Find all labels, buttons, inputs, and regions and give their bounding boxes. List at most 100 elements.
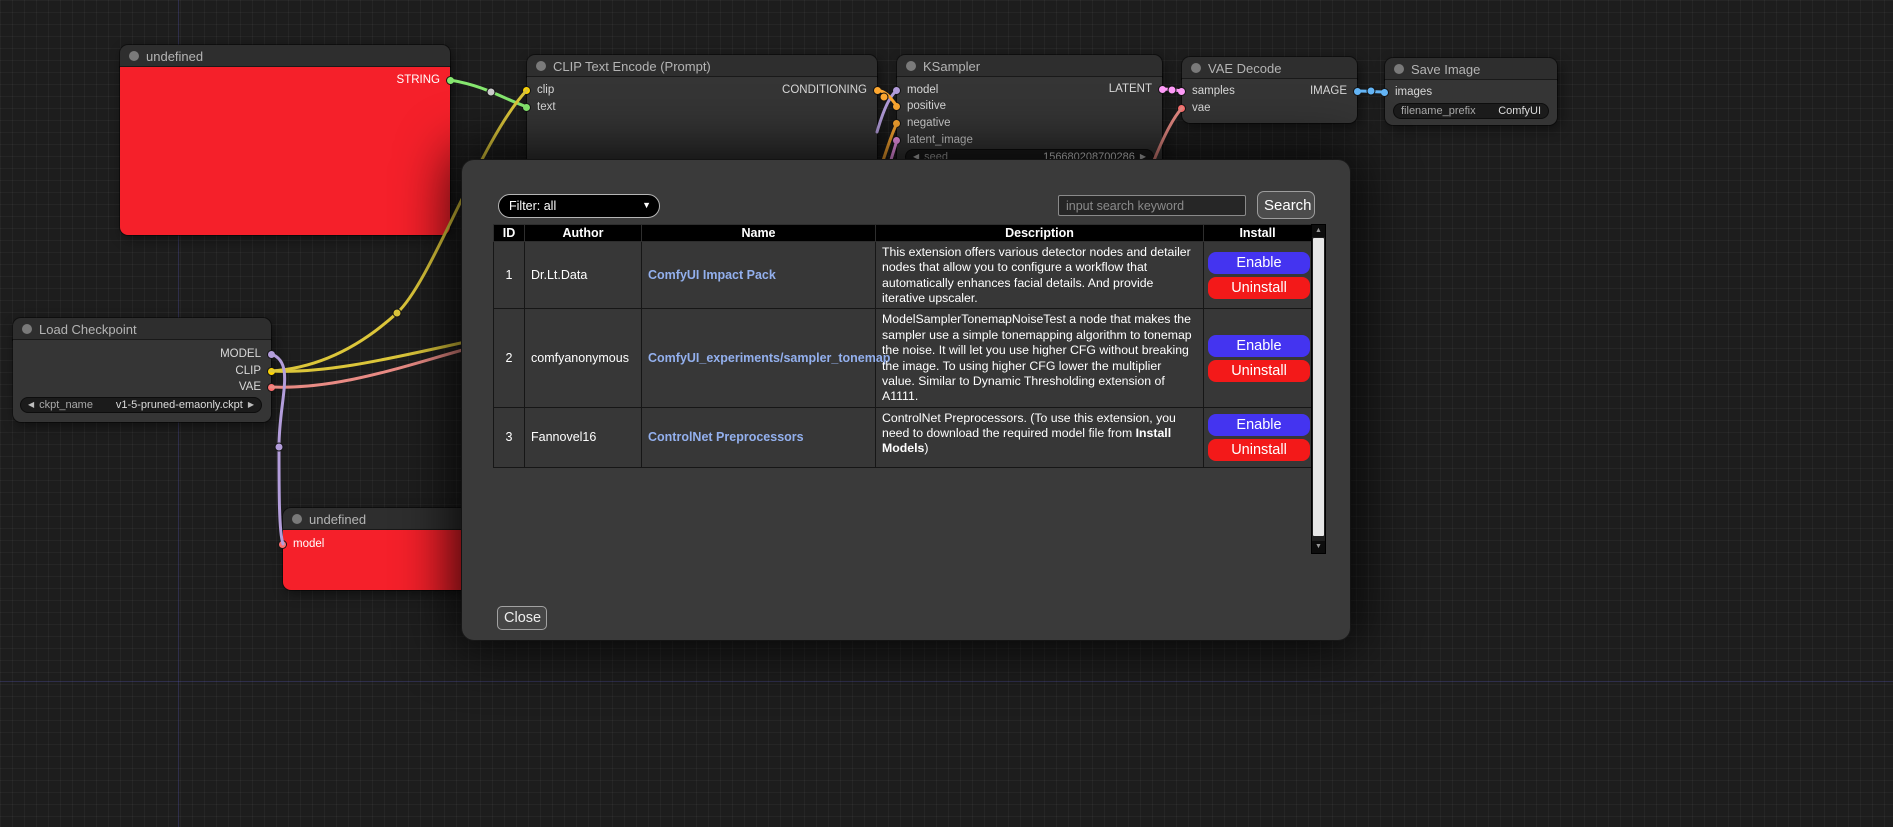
extension-author: Dr.Lt.Data xyxy=(525,242,642,309)
uninstall-button[interactable]: Uninstall xyxy=(1208,277,1310,299)
wire-vae-out xyxy=(271,348,470,387)
input-port-latent-image[interactable]: latent_image xyxy=(892,133,973,147)
port-label: negative xyxy=(907,117,950,129)
port-dot xyxy=(1177,87,1186,96)
node-titlebar[interactable]: VAE Decode xyxy=(1182,57,1357,79)
output-port-vae[interactable]: VAE xyxy=(239,380,276,394)
column-header-author: Author xyxy=(525,225,642,242)
table-scrollbar[interactable]: ▲ ▼ xyxy=(1311,224,1326,554)
extension-id: 2 xyxy=(494,309,525,407)
input-port-model[interactable]: model xyxy=(278,537,324,551)
node-titlebar[interactable]: CLIP Text Encode (Prompt) xyxy=(527,55,877,77)
search-button[interactable]: Search xyxy=(1257,191,1315,219)
node-load-checkpoint[interactable]: Load Checkpoint MODEL CLIP VAE ◀ ckpt_na… xyxy=(13,318,271,422)
node-title: undefined xyxy=(309,512,366,527)
node-titlebar[interactable]: Save Image xyxy=(1385,58,1557,80)
workflow-canvas[interactable]: undefined STRING CLIP Text Encode (Promp… xyxy=(0,0,1893,827)
input-port-samples[interactable]: samples xyxy=(1177,84,1235,98)
output-port-clip[interactable]: CLIP xyxy=(235,364,276,378)
port-dot xyxy=(522,103,531,112)
node-vae-decode[interactable]: VAE Decode samples vae IMAGE xyxy=(1182,57,1357,123)
column-header-install: Install xyxy=(1204,225,1312,242)
node-status-dot xyxy=(1191,63,1201,73)
port-label: LATENT xyxy=(1109,83,1152,95)
description-text: ModelSamplerTonemapNoiseTest a node that… xyxy=(882,312,1192,403)
table-header-row: ID Author Name Description Install xyxy=(494,225,1312,242)
input-port-model[interactable]: model xyxy=(892,83,938,97)
output-port-image[interactable]: IMAGE xyxy=(1310,84,1362,98)
scrollbar-thumb[interactable] xyxy=(1313,238,1324,536)
input-port-vae[interactable]: vae xyxy=(1177,101,1211,115)
ckpt-name-widget[interactable]: ◀ ckpt_name v1-5-pruned-emaonly.ckpt ▶ xyxy=(20,397,262,413)
port-dot xyxy=(278,540,287,549)
port-label: latent_image xyxy=(907,134,973,146)
port-dot xyxy=(522,86,531,95)
output-port-conditioning[interactable]: CONDITIONING xyxy=(782,83,882,97)
port-label: VAE xyxy=(239,381,261,393)
filename-prefix-widget[interactable]: filename_prefix ComfyUI xyxy=(1393,103,1549,119)
filter-select[interactable]: Filter: all xyxy=(498,194,660,218)
scroll-down-icon[interactable]: ▼ xyxy=(1312,541,1325,553)
node-clip-text-encode[interactable]: CLIP Text Encode (Prompt) clip text COND… xyxy=(527,55,877,169)
node-titlebar[interactable]: Load Checkpoint xyxy=(13,318,271,340)
wire-string-to-text xyxy=(450,80,527,107)
node-undefined-string[interactable]: undefined STRING xyxy=(120,45,450,235)
link-midpoint-dot xyxy=(487,88,495,96)
enable-button[interactable]: Enable xyxy=(1208,252,1310,274)
port-dot xyxy=(873,86,882,95)
enable-button[interactable]: Enable xyxy=(1208,414,1310,436)
node-status-dot xyxy=(22,324,32,334)
port-label: samples xyxy=(1192,85,1235,97)
node-titlebar[interactable]: KSampler xyxy=(897,55,1162,77)
input-port-positive[interactable]: positive xyxy=(892,99,946,113)
extension-link[interactable]: ComfyUI_experiments/sampler_tonemap xyxy=(648,351,890,365)
widget-value: v1-5-pruned-emaonly.ckpt xyxy=(116,399,243,411)
description-tail: ) xyxy=(924,441,928,455)
extension-link[interactable]: ControlNet Preprocessors xyxy=(648,430,804,444)
link-midpoint-dot xyxy=(1168,86,1176,94)
column-header-id: ID xyxy=(494,225,525,242)
table-row: 2 comfyanonymous ComfyUI_experiments/sam… xyxy=(494,309,1312,407)
input-port-clip[interactable]: clip xyxy=(522,83,554,97)
port-dot xyxy=(267,350,276,359)
input-port-negative[interactable]: negative xyxy=(892,116,950,130)
output-port-string[interactable]: STRING xyxy=(397,73,455,87)
port-label: CLIP xyxy=(235,365,261,377)
port-dot xyxy=(1353,87,1362,96)
port-label: model xyxy=(907,84,938,96)
node-titlebar[interactable]: undefined xyxy=(120,45,450,67)
description-text: ControlNet Preprocessors. (To use this e… xyxy=(882,411,1176,440)
extension-table: ID Author Name Description Install 1 Dr.… xyxy=(493,224,1312,468)
description-text: This extension offers various detector n… xyxy=(882,245,1191,305)
previous-icon[interactable]: ◀ xyxy=(28,397,34,413)
node-save-image[interactable]: Save Image images filename_prefix ComfyU… xyxy=(1385,58,1557,125)
port-label: CONDITIONING xyxy=(782,84,867,96)
extension-description: This extension offers various detector n… xyxy=(876,242,1204,309)
port-label: clip xyxy=(537,84,554,96)
uninstall-button[interactable]: Uninstall xyxy=(1208,439,1310,461)
extension-author: comfyanonymous xyxy=(525,309,642,407)
node-title: Save Image xyxy=(1411,62,1480,77)
widget-label: filename_prefix xyxy=(1401,105,1476,117)
link-midpoint-dot xyxy=(275,443,283,451)
uninstall-button[interactable]: Uninstall xyxy=(1208,360,1310,382)
extension-description: ControlNet Preprocessors. (To use this e… xyxy=(876,407,1204,467)
output-port-latent[interactable]: LATENT xyxy=(1109,82,1167,96)
table-row: 3 Fannovel16 ControlNet Preprocessors Co… xyxy=(494,407,1312,467)
extension-description: ModelSamplerTonemapNoiseTest a node that… xyxy=(876,309,1204,407)
enable-button[interactable]: Enable xyxy=(1208,335,1310,357)
next-icon[interactable]: ▶ xyxy=(248,397,254,413)
input-port-text[interactable]: text xyxy=(522,100,556,114)
search-input[interactable] xyxy=(1058,195,1246,216)
column-header-description: Description xyxy=(876,225,1204,242)
node-status-dot xyxy=(129,51,139,61)
output-port-model[interactable]: MODEL xyxy=(220,347,276,361)
input-port-images[interactable]: images xyxy=(1380,85,1432,99)
node-ksampler[interactable]: KSampler model positive negative latent_… xyxy=(897,55,1162,171)
install-cell: Enable Uninstall xyxy=(1204,407,1312,467)
close-button[interactable]: Close xyxy=(497,606,547,630)
scroll-up-icon[interactable]: ▲ xyxy=(1312,225,1325,237)
node-status-dot xyxy=(1394,64,1404,74)
port-dot xyxy=(267,367,276,376)
extension-link[interactable]: ComfyUI Impact Pack xyxy=(648,268,776,282)
